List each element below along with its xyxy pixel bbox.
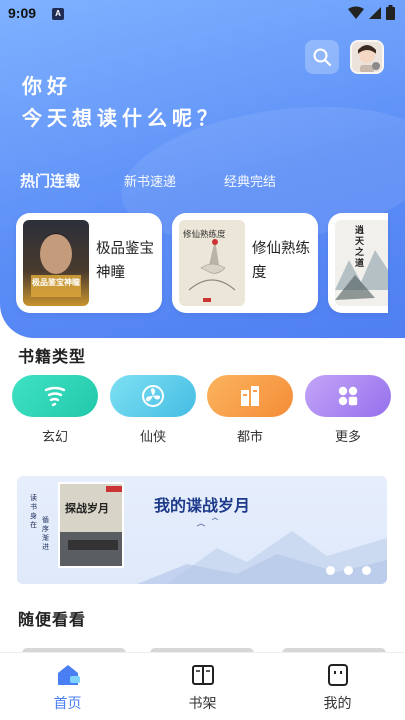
book-cover: 修仙熟练度 (179, 220, 245, 306)
banner-cover: 探战岁月 (58, 482, 124, 568)
buildings-icon (241, 386, 259, 406)
grid-icon (338, 386, 358, 406)
carousel-dot[interactable] (362, 566, 371, 575)
profile-icon (328, 664, 348, 686)
status-time: 9:09 (8, 5, 37, 21)
cover-title: 极品鉴宝神瞳 (32, 278, 80, 287)
nav-item-bookshelf[interactable]: 书架 (135, 653, 270, 720)
banner-title: 我的谍战岁月 (154, 496, 251, 515)
greeting-line-1: 你好 (22, 74, 72, 98)
tornado-icon (44, 386, 66, 407)
avatar-icon (352, 42, 382, 72)
tab-hot-serial[interactable]: 热门连载 (20, 170, 80, 191)
section-title-categories: 书籍类型 (18, 347, 87, 366)
nav-item-home[interactable]: 首页 (0, 653, 135, 720)
category-button-urban[interactable] (207, 375, 293, 417)
book-cover: 逍天之道 (335, 220, 388, 306)
banner-vertical-text: 读书身在 (30, 494, 37, 529)
status-icons (348, 5, 395, 20)
notification-icon: A (52, 8, 64, 20)
category-button-xianxia[interactable] (110, 375, 196, 417)
cover-title: 修仙熟练度 (183, 230, 226, 240)
book-card[interactable]: 修仙熟练度 修仙熟练度 (172, 213, 318, 313)
book-title: 修仙熟练度 (252, 241, 310, 281)
wifi-icon (348, 6, 364, 19)
nav-label: 首页 (53, 696, 82, 712)
search-button[interactable] (305, 40, 339, 74)
tab-classic-finished[interactable]: 经典完结 (224, 171, 276, 190)
category-label: 更多 (334, 430, 361, 445)
cover-art (60, 484, 122, 566)
battery-icon (386, 5, 395, 20)
section-title-random: 随便看看 (18, 610, 87, 629)
home-icon (58, 665, 80, 685)
search-icon (313, 48, 332, 67)
category-button-more[interactable] (305, 375, 391, 417)
avatar[interactable] (350, 40, 384, 74)
book-tabs: 热门连载 新书速递 经典完结 (20, 170, 276, 191)
bottom-navigation: 首页 书架 我的 (0, 652, 405, 720)
signal-icon (369, 6, 381, 19)
carousel-dot[interactable] (344, 566, 353, 575)
category-button-fantasy[interactable] (12, 375, 98, 417)
nav-label: 我的 (323, 696, 352, 712)
greeting-line-2: 今天想读什么呢？ (22, 106, 222, 130)
status-bar: 9:09 A (0, 0, 405, 28)
nav-label: 书架 (188, 696, 217, 712)
book-card[interactable]: 逍天之道 (328, 213, 388, 313)
book-title: 极品鉴宝神瞳 (96, 241, 154, 281)
cover-art (23, 220, 89, 306)
carousel-dot[interactable] (326, 566, 335, 575)
banner-vertical-text: 循序渐进 (42, 516, 49, 551)
category-label: 玄幻 (41, 430, 68, 445)
tab-new-books[interactable]: 新书速递 (124, 171, 176, 190)
cover-title: 探战岁月 (65, 502, 109, 515)
book-icon (192, 665, 214, 685)
book-cover: 极品鉴宝神瞳 (23, 220, 89, 306)
category-label: 都市 (236, 430, 263, 445)
nav-item-profile[interactable]: 我的 (270, 653, 405, 720)
fan-icon (142, 385, 164, 407)
cover-title: 逍天之道 (355, 226, 365, 269)
book-card[interactable]: 极品鉴宝神瞳 极品鉴宝神瞳 (16, 213, 162, 313)
category-label: 仙侠 (139, 430, 166, 445)
